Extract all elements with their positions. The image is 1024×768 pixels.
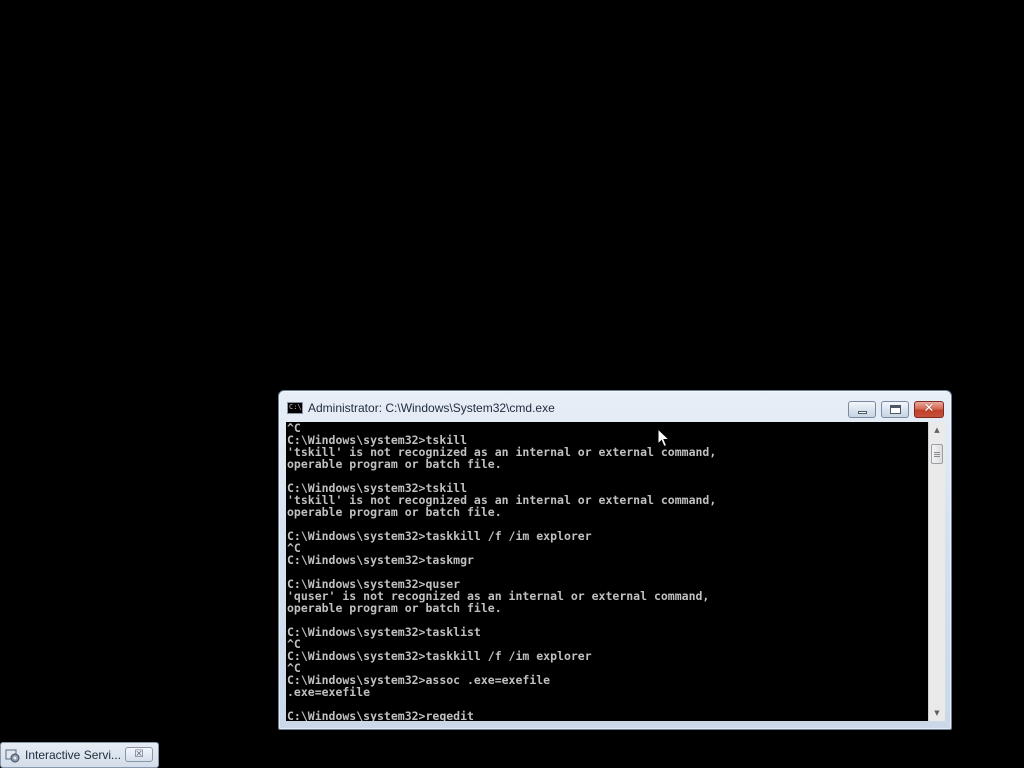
vertical-scrollbar[interactable]: ▲ ▼: [928, 422, 945, 721]
grip-line-icon: [934, 452, 940, 453]
scroll-thumb[interactable]: [931, 444, 943, 464]
console-line: C:\Windows\system32>regedit: [287, 709, 474, 721]
console-output-area[interactable]: ^C C:\Windows\system32>tskill'tskill' is …: [286, 422, 928, 721]
scroll-down-button[interactable]: ▼: [929, 705, 945, 721]
minimize-button[interactable]: [848, 401, 876, 418]
mouse-pointer-icon: [657, 428, 671, 448]
minimized-window-title: Interactive Servi...: [25, 748, 122, 762]
scroll-up-button[interactable]: ▲: [929, 422, 945, 438]
maximize-button[interactable]: [881, 401, 909, 418]
console-line: C:\Windows\system32>taskkill /f /im expl…: [287, 649, 592, 663]
console-line: C:\Windows\system32>taskkill /f /im expl…: [287, 529, 592, 543]
cmd-app-icon: C:\: [287, 402, 303, 414]
console-line: operable program or batch file.: [287, 505, 502, 519]
desktop-background: C:\ Administrator: C:\Windows\System32\c…: [0, 0, 1024, 768]
console-line: C:\Windows\system32>taskmgr: [287, 553, 474, 567]
console-line: operable program or batch file.: [287, 457, 502, 471]
grip-line-icon: [934, 456, 940, 457]
console-text: ^C C:\Windows\system32>tskill'tskill' is …: [287, 422, 716, 721]
minimize-icon: [858, 411, 867, 414]
close-button[interactable]: ✕: [914, 401, 944, 418]
service-gear-icon: [5, 749, 20, 763]
minimized-interactive-services-window[interactable]: Interactive Servi... ☒: [0, 742, 159, 768]
console-line: C:\Windows\system32>tasklist: [287, 625, 481, 639]
window-title: Administrator: C:\Windows\System32\cmd.e…: [308, 401, 555, 415]
maximize-icon: [890, 405, 901, 414]
grip-line-icon: [934, 454, 940, 455]
close-icon: ✕: [923, 401, 935, 416]
window-titlebar[interactable]: C:\ Administrator: C:\Windows\System32\c…: [279, 391, 951, 422]
console-line: operable program or batch file.: [287, 601, 502, 615]
minimized-close-button[interactable]: ☒: [125, 747, 153, 762]
console-line: .exe=exefile: [287, 685, 371, 699]
cmd-window[interactable]: C:\ Administrator: C:\Windows\System32\c…: [278, 390, 952, 730]
